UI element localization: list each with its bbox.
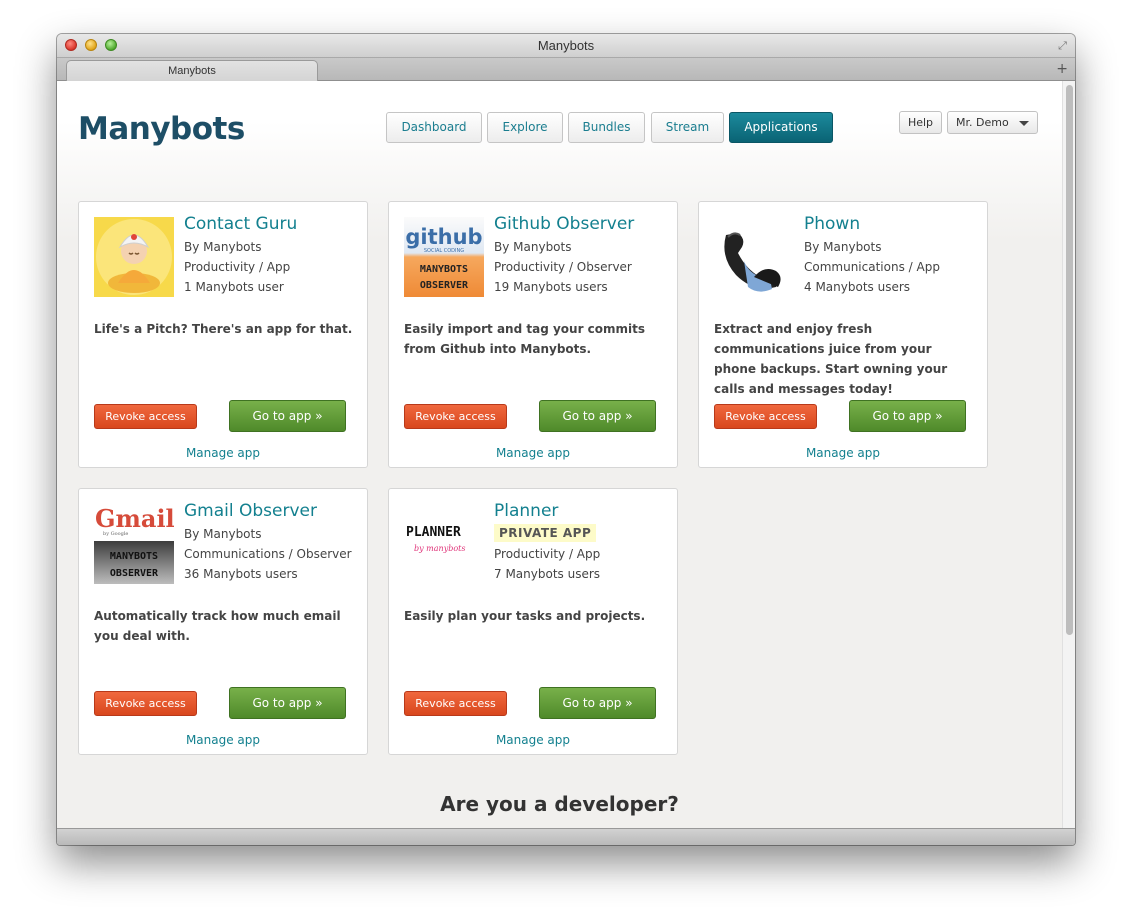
user-menu-button[interactable]: Mr. Demo: [947, 111, 1038, 134]
help-button[interactable]: Help: [899, 111, 942, 134]
app-card-github-observer: github SOCIAL CODING MANYBOTS OBSERVER G…: [388, 201, 678, 468]
app-category: Productivity / App: [184, 260, 291, 274]
revoke-access-button[interactable]: Revoke access: [714, 404, 817, 429]
go-to-app-button[interactable]: Go to app »: [539, 400, 656, 432]
go-to-app-button[interactable]: Go to app »: [539, 687, 656, 719]
developer-heading: Are you a developer?: [440, 792, 679, 816]
svg-text:by manybots: by manybots: [414, 544, 465, 553]
app-name[interactable]: Planner: [494, 501, 558, 521]
svg-text:PLANNER: PLANNER: [406, 525, 461, 540]
tab-manybots[interactable]: Manybots: [66, 60, 318, 81]
app-name[interactable]: Github Observer: [494, 214, 634, 234]
close-window-button[interactable]: [65, 39, 77, 51]
svg-text:github: github: [405, 225, 482, 249]
status-bar: [57, 828, 1075, 845]
app-card-contact-guru: Contact Guru By Manybots Productivity / …: [78, 201, 368, 468]
app-user-count: 1 Manybots user: [184, 280, 284, 294]
app-name[interactable]: Contact Guru: [184, 214, 297, 234]
app-category: Communications / App: [804, 260, 940, 274]
go-to-app-button[interactable]: Go to app »: [849, 400, 966, 432]
svg-text:by Google: by Google: [103, 531, 128, 537]
guru-icon: [94, 217, 174, 297]
app-category: Productivity / Observer: [494, 260, 632, 274]
page-content: Manybots Dashboard Explore Bundles Strea…: [57, 81, 1062, 828]
svg-text:Gmail: Gmail: [95, 504, 174, 533]
svg-text:MANYBOTS: MANYBOTS: [420, 264, 468, 275]
revoke-access-button[interactable]: Revoke access: [94, 404, 197, 429]
vertical-scrollbar[interactable]: [1062, 81, 1075, 828]
private-app-badge: PRIVATE APP: [494, 524, 597, 542]
app-user-count: 4 Manybots users: [804, 280, 911, 294]
manage-app-link[interactable]: Manage app: [699, 446, 987, 460]
go-to-app-button[interactable]: Go to app »: [229, 400, 346, 432]
manage-app-link[interactable]: Manage app: [389, 733, 677, 747]
new-tab-icon[interactable]: +: [1056, 61, 1068, 77]
nav-explore[interactable]: Explore: [487, 112, 563, 143]
nav-dashboard[interactable]: Dashboard: [386, 112, 482, 143]
window-title: Manybots: [537, 38, 595, 53]
app-card-gmail-observer: Gmail by Google MANYBOTS OBSERVER Gmail …: [78, 488, 368, 755]
browser-window: Manybots ⤢ Manybots + Manybots Dashboard…: [57, 34, 1075, 845]
app-card-phown: Phown By Manybots Communications / App 4…: [698, 201, 988, 468]
app-description: Automatically track how much email you d…: [94, 609, 341, 643]
zoom-window-button[interactable]: [105, 39, 117, 51]
app-user-count: 7 Manybots users: [494, 567, 601, 581]
app-name[interactable]: Phown: [804, 214, 860, 234]
manage-app-link[interactable]: Manage app: [79, 733, 367, 747]
tab-bar: Manybots +: [57, 58, 1075, 81]
app-description: Easily import and tag your commits from …: [404, 322, 646, 356]
app-description: Extract and enjoy fresh communications j…: [714, 322, 948, 396]
revoke-access-button[interactable]: Revoke access: [94, 691, 197, 716]
nav-stream[interactable]: Stream: [651, 112, 724, 143]
manage-app-link[interactable]: Manage app: [389, 446, 677, 460]
app-author: By Manybots: [184, 240, 262, 254]
app-card-planner: PLANNER by manybots Planner PRIVATE APP …: [388, 488, 678, 755]
app-author: By Manybots: [184, 527, 262, 541]
svg-text:OBSERVER: OBSERVER: [110, 568, 159, 579]
app-description: Easily plan your tasks and projects.: [404, 609, 646, 623]
app-author: By Manybots: [804, 240, 882, 254]
github-icon: github SOCIAL CODING MANYBOTS OBSERVER: [404, 217, 484, 297]
app-author: By Manybots: [494, 240, 572, 254]
scrollbar-thumb[interactable]: [1066, 85, 1073, 635]
app-name[interactable]: Gmail Observer: [184, 501, 317, 521]
svg-text:SOCIAL CODING: SOCIAL CODING: [424, 248, 464, 254]
gmail-icon: Gmail by Google MANYBOTS OBSERVER: [94, 504, 174, 584]
app-user-count: 36 Manybots users: [184, 567, 298, 581]
app-description: Life's a Pitch? There's an app for that.: [94, 322, 353, 336]
nav-applications[interactable]: Applications: [729, 112, 833, 143]
manage-app-link[interactable]: Manage app: [79, 446, 367, 460]
app-category: Productivity / App: [494, 547, 601, 561]
app-category: Communications / Observer: [184, 547, 352, 561]
chevron-down-icon: [1019, 121, 1029, 126]
phone-icon: [714, 217, 794, 297]
app-user-count: 19 Manybots users: [494, 280, 608, 294]
svg-text:OBSERVER: OBSERVER: [420, 280, 469, 291]
fullscreen-icon[interactable]: ⤢: [1056, 39, 1069, 52]
minimize-window-button[interactable]: [85, 39, 97, 51]
revoke-access-button[interactable]: Revoke access: [404, 404, 507, 429]
brand-logo[interactable]: Manybots: [78, 111, 245, 147]
go-to-app-button[interactable]: Go to app »: [229, 687, 346, 719]
planner-icon: PLANNER by manybots: [404, 504, 484, 584]
nav-bundles[interactable]: Bundles: [568, 112, 645, 143]
user-name: Mr. Demo: [956, 116, 1009, 129]
revoke-access-button[interactable]: Revoke access: [404, 691, 507, 716]
svg-text:MANYBOTS: MANYBOTS: [110, 551, 158, 562]
title-bar[interactable]: Manybots ⤢: [57, 34, 1075, 58]
